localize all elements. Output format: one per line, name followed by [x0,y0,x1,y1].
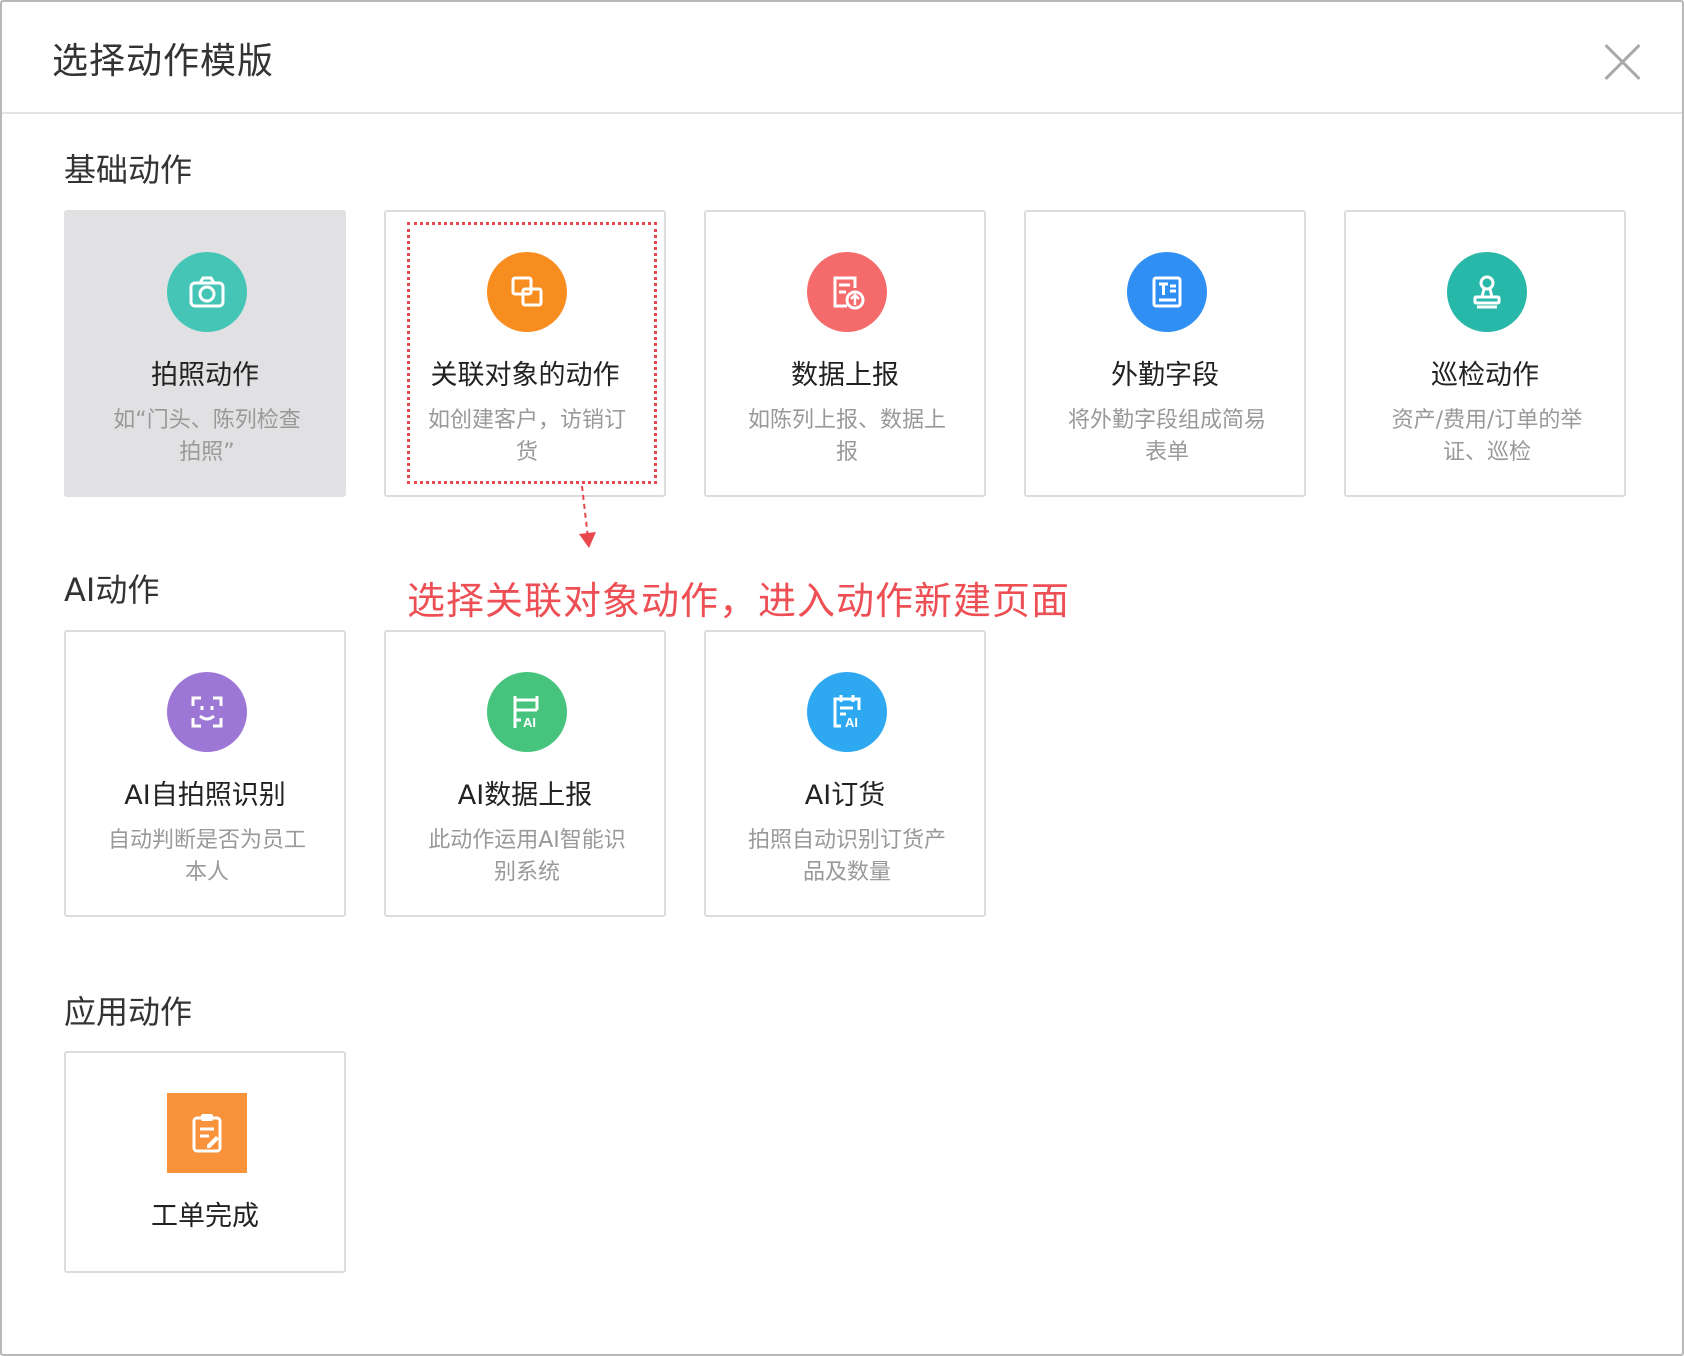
section-title-app: 应用动作 [64,993,193,1031]
card-name: AI自拍照识别 [124,780,286,811]
card-desc: 将外勤字段组成简易表单 [1067,408,1266,465]
card-ai-order[interactable]: AI AI订货 拍照自动识别订货产品及数量 [704,630,986,917]
card-inspection-action[interactable]: 巡检动作 资产/费用/订单的举证、巡检 [1344,210,1626,497]
data-upload-icon [807,252,887,332]
stamp-icon [1447,252,1527,332]
camera-icon [167,252,247,332]
card-photo-action[interactable]: 拍照动作 如“门头、陈列检查拍照” [64,210,346,497]
card-ai-data-report[interactable]: AI AI数据上报 此动作运用AI智能识别系统 [384,630,666,917]
form-field-icon [1127,252,1207,332]
card-name: 拍照动作 [151,360,259,391]
face-scan-icon [167,672,247,752]
arrow-down-icon [579,485,596,548]
card-name: 巡检动作 [1431,360,1539,391]
annotation-text: 选择关联对象动作，进入动作新建页面 [407,579,1071,623]
card-field-form[interactable]: 外勤字段 将外勤字段组成简易表单 [1024,210,1306,497]
svg-text:AI: AI [845,715,858,730]
close-icon[interactable] [1602,42,1642,82]
card-desc: 拍照自动识别订货产品及数量 [747,828,946,885]
card-name: 工单完成 [151,1201,259,1232]
card-desc: 此动作运用AI智能识别系统 [428,828,626,885]
card-name: 外勤字段 [1111,360,1219,391]
card-work-order-complete[interactable]: 工单完成 [64,1051,346,1273]
ai-order-icon: AI [807,672,887,752]
select-action-template-dialog: 选择动作模版 基础动作 拍照动作 如“门头、陈列检查拍照” 关联对象的动作 如创… [0,0,1684,1356]
dialog-title: 选择动作模版 [52,41,275,82]
card-name: AI订货 [804,780,886,811]
card-desc: 自动判断是否为员工本人 [107,828,306,885]
card-data-report[interactable]: 数据上报 如陈列上报、数据上报 [704,210,986,497]
card-ai-selfie-recognition[interactable]: AI自拍照识别 自动判断是否为员工本人 [64,630,346,917]
ai-shelf-icon: AI [487,672,567,752]
card-desc: 如“门头、陈列检查拍照” [113,408,301,465]
card-desc: 资产/费用/订单的举证、巡检 [1391,408,1583,465]
highlight-box [407,222,657,484]
section-title-basic: 基础动作 [64,151,193,189]
card-name: AI数据上报 [457,780,593,811]
svg-text:AI: AI [523,715,536,730]
card-name: 数据上报 [791,360,899,391]
clipboard-icon [167,1093,247,1173]
dialog-header: 选择动作模版 [2,2,1682,114]
section-title-ai: AI动作 [64,571,160,609]
card-desc: 如陈列上报、数据上报 [747,408,946,465]
